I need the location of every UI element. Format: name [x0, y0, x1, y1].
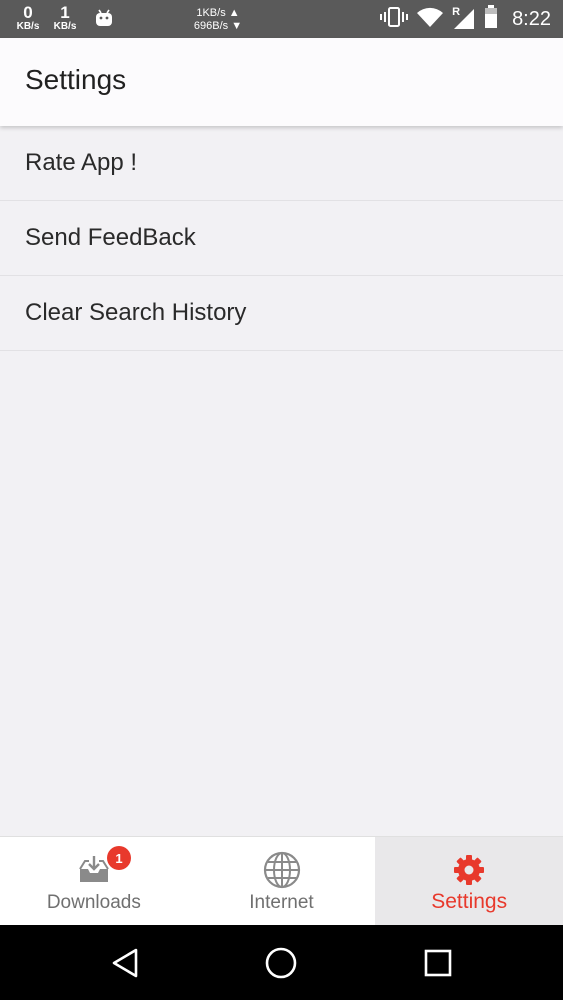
upload-speed-value: 1 [60, 3, 70, 22]
globe-icon [263, 850, 301, 890]
download-speed-indicator: 0 KB/s [14, 4, 42, 32]
clock: 8:22 [512, 7, 551, 30]
network-down-rate: 696B/s ▼ [193, 20, 243, 32]
clear-search-history-label: Clear Search History [25, 299, 247, 326]
wifi-icon [416, 6, 444, 33]
nav-item-settings[interactable]: Settings [375, 837, 563, 925]
roaming-signal-icon: R [452, 6, 476, 30]
rate-app-item[interactable]: Rate App ! [0, 126, 563, 201]
battery-icon [484, 4, 498, 34]
downloads-badge: 1 [107, 846, 131, 870]
downloads-inbox-icon [77, 850, 111, 890]
android-icon [94, 9, 114, 32]
clear-search-history-item[interactable]: Clear Search History [0, 276, 563, 351]
nav-label-settings: Settings [431, 890, 508, 913]
nav-item-downloads[interactable]: 1 Downloads [0, 837, 188, 925]
bottom-nav: 1 Downloads Internet Settings [0, 836, 563, 925]
vibrate-icon [380, 6, 409, 33]
send-feedback-item[interactable]: Send FeedBack [0, 201, 563, 276]
nav-label-downloads: Downloads [46, 892, 141, 913]
system-nav-bar [0, 925, 563, 1000]
upload-speed-unit: KB/s [53, 21, 77, 32]
download-speed-unit: KB/s [16, 21, 40, 32]
nav-label-internet: Internet [249, 892, 314, 913]
settings-list: Rate App ! Send FeedBack Clear Search Hi… [0, 126, 563, 351]
status-icons: R 8:22 [380, 0, 551, 38]
status-bar: 0 KB/s 1 KB/s 1KB/s ▲ 696B/s ▼ R 8:22 [0, 0, 563, 38]
download-speed-value: 0 [23, 3, 33, 22]
network-traffic: 1KB/s ▲ 696B/s ▼ [186, 7, 250, 33]
rate-app-label: Rate App ! [25, 149, 138, 176]
nav-item-internet[interactable]: Internet [188, 837, 376, 925]
upload-speed-indicator: 1 KB/s [51, 4, 79, 32]
send-feedback-label: Send FeedBack [25, 224, 196, 251]
page-title: Settings [25, 64, 127, 95]
roaming-label: R [452, 6, 461, 18]
recents-icon[interactable] [420, 945, 456, 981]
home-icon[interactable] [263, 945, 299, 981]
network-up-rate: 1KB/s ▲ [196, 7, 240, 19]
app-bar: Settings [0, 38, 563, 126]
gear-icon [453, 850, 485, 890]
back-icon[interactable] [107, 945, 143, 981]
